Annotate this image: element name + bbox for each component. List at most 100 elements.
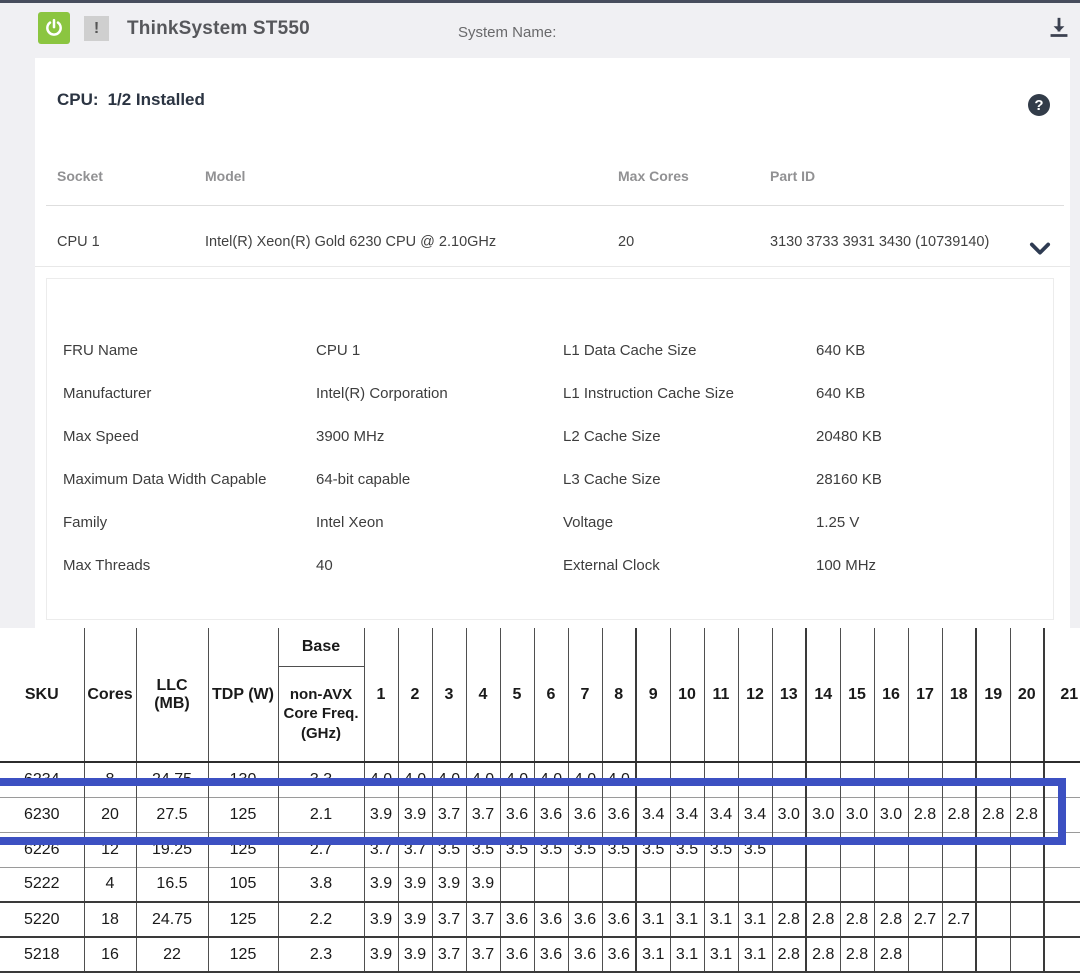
spec-header-core-16: 16 bbox=[874, 628, 908, 762]
spec-cell-freq-14: 2.8 bbox=[806, 937, 840, 972]
spec-header-core-6: 6 bbox=[534, 628, 568, 762]
sku-spec-table: SKUCoresLLC (MB)TDP (W)Base1234567891011… bbox=[0, 628, 1080, 973]
spec-cell-freq-2: 3.9 bbox=[398, 902, 432, 937]
spec-cell-sku: 5222 bbox=[0, 867, 84, 902]
header-divider bbox=[46, 205, 1064, 206]
help-icon: ? bbox=[1034, 97, 1043, 114]
alert-button[interactable]: ! bbox=[84, 16, 109, 41]
spec-cell-freq-11: 3.4 bbox=[704, 797, 738, 832]
spec-cell-freq-8: 3.6 bbox=[602, 797, 636, 832]
spec-cell-freq-9: 3.5 bbox=[636, 832, 670, 867]
spec-cell-freq-20 bbox=[1010, 867, 1044, 902]
spec-cell-freq-7: 4.0 bbox=[568, 762, 602, 797]
spec-cell-freq-8: 3.6 bbox=[602, 902, 636, 937]
spec-cell-freq-21 bbox=[1044, 762, 1080, 797]
spec-table-body: 6234824.751303.34.04.04.04.04.04.04.04.0… bbox=[0, 762, 1080, 972]
spec-cell-freq-17 bbox=[908, 762, 942, 797]
spec-header-core-13: 13 bbox=[772, 628, 806, 762]
help-button[interactable]: ? bbox=[1028, 94, 1050, 116]
spec-cell-freq-8: 4.0 bbox=[602, 762, 636, 797]
spec-cell-sku: 6230 bbox=[0, 797, 84, 832]
spec-header-sku: SKU bbox=[0, 628, 84, 762]
spec-cell-freq-11 bbox=[704, 762, 738, 797]
spec-cell-freq-4: 3.7 bbox=[466, 902, 500, 937]
spec-cell-cores: 8 bbox=[84, 762, 136, 797]
spec-cell-base: 3.8 bbox=[278, 867, 364, 902]
spec-header-row-1: SKUCoresLLC (MB)TDP (W)Base1234567891011… bbox=[0, 628, 1080, 666]
chevron-down-icon[interactable] bbox=[1026, 234, 1054, 262]
spec-cell-freq-14: 3.0 bbox=[806, 797, 840, 832]
spec-cell-freq-17: 2.8 bbox=[908, 797, 942, 832]
spec-header-cores: Cores bbox=[84, 628, 136, 762]
spec-header-core-1: 1 bbox=[364, 628, 398, 762]
spec-cell-freq-4: 3.7 bbox=[466, 937, 500, 972]
spec-cell-base: 3.3 bbox=[278, 762, 364, 797]
detail-label: External Clock bbox=[563, 544, 660, 587]
spec-cell-freq-16: 2.8 bbox=[874, 937, 908, 972]
spec-row-5218: 521816221252.33.93.93.73.73.63.63.63.63.… bbox=[0, 937, 1080, 972]
spec-cell-freq-14 bbox=[806, 762, 840, 797]
spec-cell-freq-18: 2.7 bbox=[942, 902, 976, 937]
spec-cell-freq-13 bbox=[772, 832, 806, 867]
spec-cell-freq-5 bbox=[500, 867, 534, 902]
spec-cell-freq-4: 3.7 bbox=[466, 797, 500, 832]
spec-header-core-9: 9 bbox=[636, 628, 670, 762]
alert-icon: ! bbox=[94, 20, 99, 38]
spec-cell-freq-21 bbox=[1044, 832, 1080, 867]
cpu-table-header: Socket Model Max Cores Part ID bbox=[35, 168, 1070, 198]
spec-cell-freq-17: 2.7 bbox=[908, 902, 942, 937]
spec-header-core-4: 4 bbox=[466, 628, 500, 762]
spec-header-core-11: 11 bbox=[704, 628, 738, 762]
spec-cell-freq-19: 2.8 bbox=[976, 797, 1010, 832]
spec-cell-tdp: 125 bbox=[208, 937, 278, 972]
spec-cell-freq-3: 3.9 bbox=[432, 867, 466, 902]
spec-header-core-21: 21 bbox=[1044, 628, 1080, 762]
spec-cell-freq-10: 3.4 bbox=[670, 797, 704, 832]
cpu-table-row[interactable]: CPU 1 Intel(R) Xeon(R) Gold 6230 CPU @ 2… bbox=[35, 218, 1070, 264]
cell-max-cores: 20 bbox=[618, 234, 634, 250]
spec-cell-freq-13 bbox=[772, 762, 806, 797]
spec-cell-freq-4: 4.0 bbox=[466, 762, 500, 797]
spec-cell-freq-14 bbox=[806, 867, 840, 902]
page-title: CPU:1/2 Installed bbox=[57, 90, 205, 110]
spec-cell-freq-9: 3.4 bbox=[636, 797, 670, 832]
app-header-bar: ! ThinkSystem ST550 System Name: bbox=[0, 3, 1080, 58]
sku-spec-table-wrap: SKUCoresLLC (MB)TDP (W)Base1234567891011… bbox=[0, 628, 1080, 976]
header-model: Model bbox=[205, 168, 245, 184]
system-name-label: System Name: bbox=[458, 24, 556, 41]
spec-cell-cores: 18 bbox=[84, 902, 136, 937]
spec-cell-freq-15: 3.0 bbox=[840, 797, 874, 832]
detail-label: L3 Cache Size bbox=[563, 458, 661, 501]
spec-row-5222: 5222416.51053.83.93.93.93.9 bbox=[0, 867, 1080, 902]
spec-cell-freq-2: 4.0 bbox=[398, 762, 432, 797]
spec-cell-freq-7: 3.6 bbox=[568, 937, 602, 972]
detail-row: ManufacturerIntel(R) CorporationL1 Instr… bbox=[47, 372, 1053, 415]
cpu-card: CPU:1/2 Installed ? Socket Model Max Cor… bbox=[35, 58, 1070, 628]
download-button[interactable] bbox=[1046, 16, 1072, 42]
spec-cell-freq-19 bbox=[976, 937, 1010, 972]
spec-cell-freq-8: 3.6 bbox=[602, 937, 636, 972]
spec-header-core-2: 2 bbox=[398, 628, 432, 762]
spec-header-core-5: 5 bbox=[500, 628, 534, 762]
spec-cell-freq-16 bbox=[874, 832, 908, 867]
spec-cell-freq-20 bbox=[1010, 937, 1044, 972]
spec-cell-freq-17 bbox=[908, 832, 942, 867]
spec-row-6234: 6234824.751303.34.04.04.04.04.04.04.04.0 bbox=[0, 762, 1080, 797]
detail-value: 1.25 V bbox=[816, 501, 859, 544]
spec-cell-freq-17 bbox=[908, 937, 942, 972]
download-icon bbox=[1046, 16, 1072, 42]
spec-cell-freq-10: 3.1 bbox=[670, 902, 704, 937]
spec-cell-freq-7 bbox=[568, 867, 602, 902]
spec-cell-freq-18 bbox=[942, 762, 976, 797]
spec-cell-freq-12: 3.4 bbox=[738, 797, 772, 832]
spec-cell-freq-1: 3.9 bbox=[364, 937, 398, 972]
spec-cell-freq-21 bbox=[1044, 902, 1080, 937]
spec-cell-freq-5: 3.6 bbox=[500, 902, 534, 937]
power-button[interactable] bbox=[38, 12, 70, 44]
spec-header-llc: LLC (MB) bbox=[136, 628, 208, 762]
spec-cell-freq-1: 3.9 bbox=[364, 902, 398, 937]
spec-header-core-12: 12 bbox=[738, 628, 772, 762]
spec-cell-freq-20 bbox=[1010, 902, 1044, 937]
spec-cell-freq-11 bbox=[704, 867, 738, 902]
detail-row: Max Threads40External Clock100 MHz bbox=[47, 544, 1053, 587]
